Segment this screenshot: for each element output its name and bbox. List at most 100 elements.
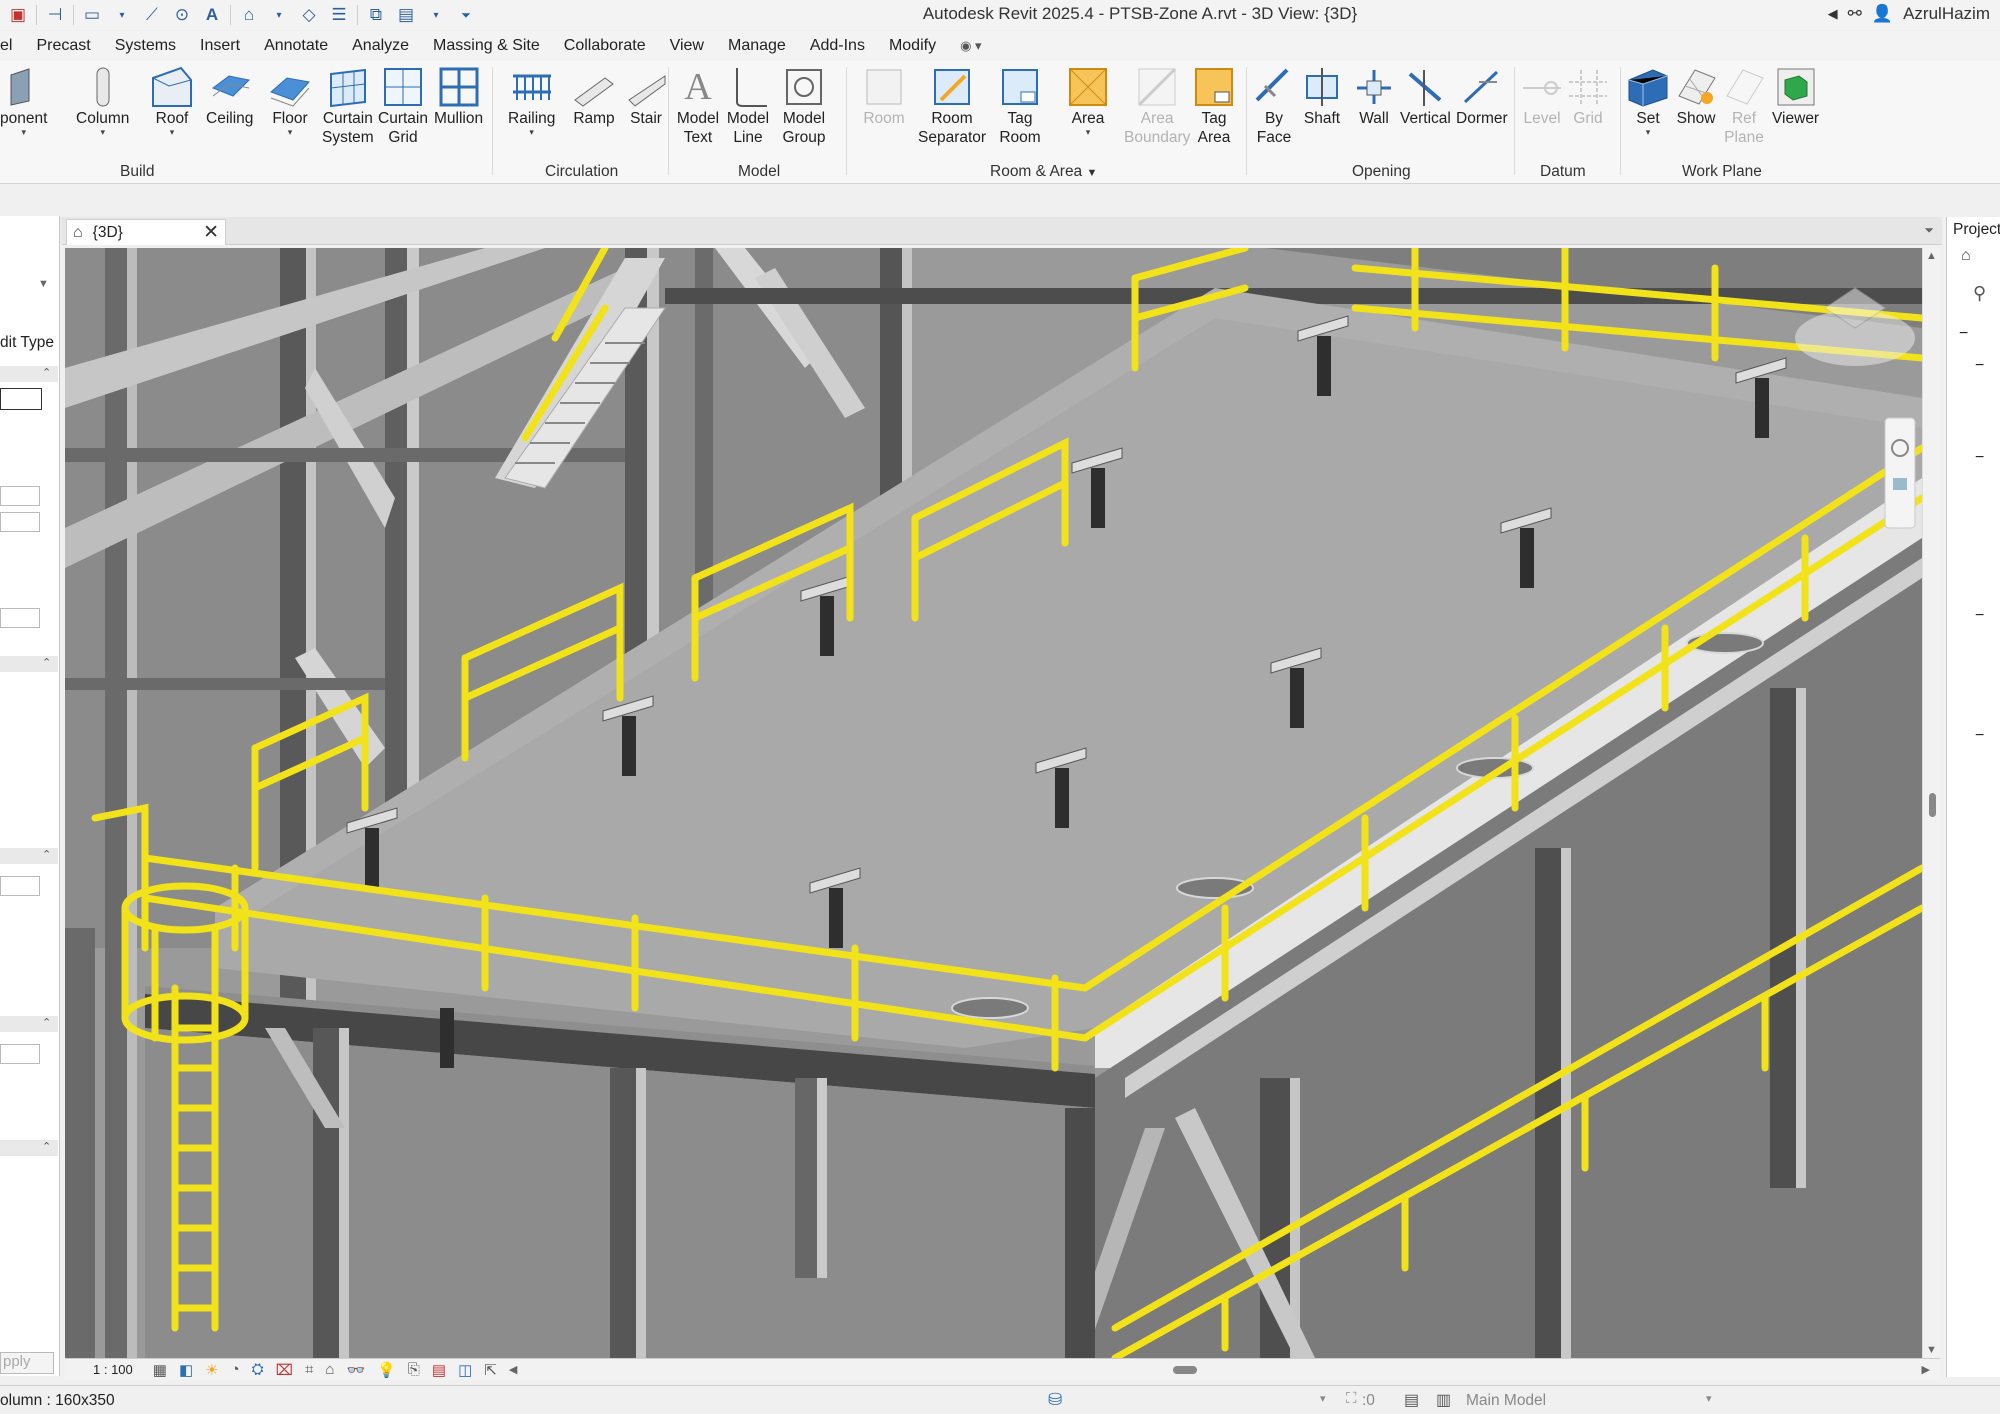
shaft-button[interactable]: Shaft	[1300, 65, 1344, 128]
room-button[interactable]: Room	[862, 65, 906, 128]
main-model-icon[interactable]: ▥	[1436, 1390, 1451, 1410]
model-text-button[interactable]: A Model Text	[676, 65, 720, 147]
model-group-button[interactable]: Model Group	[782, 65, 826, 147]
visual-style-icon[interactable]: ◧	[173, 1361, 199, 1379]
reveal-hidden-icon[interactable]: 💡	[371, 1361, 402, 1379]
tab-view[interactable]: View	[658, 31, 716, 61]
vertical-opening-button[interactable]: Vertical	[1400, 65, 1451, 128]
main-model-dropdown-icon[interactable]: ▾	[1706, 1392, 1712, 1405]
tab-systems[interactable]: Systems	[103, 31, 188, 61]
ribbon-display-toggle[interactable]: ◉ ▾	[948, 31, 993, 61]
3d-model-scene[interactable]	[65, 248, 1922, 1358]
worksets-icon[interactable]: ⛁	[1048, 1390, 1062, 1410]
collapse-node-icon[interactable]: −	[1975, 449, 1984, 467]
design-options-icon[interactable]: ▤	[1404, 1390, 1419, 1410]
ramp-button[interactable]: Ramp	[572, 65, 616, 128]
collapse-node-icon[interactable]: −	[1975, 357, 1984, 375]
collapse-icon[interactable]: ⌃	[42, 1016, 51, 1029]
area-button[interactable]: Area ▾	[1066, 65, 1110, 137]
tab-insert[interactable]: Insert	[188, 31, 252, 61]
panel-title-room-area[interactable]: Room & Area ▼	[990, 163, 1097, 181]
crop-view-icon[interactable]: ⌧	[270, 1361, 299, 1379]
apply-button[interactable]: pply	[0, 1352, 54, 1374]
property-field[interactable]	[0, 486, 40, 506]
curtain-system-button[interactable]: Curtain System	[322, 65, 374, 147]
floor-button[interactable]: Floor ▾	[268, 65, 312, 137]
railing-button[interactable]: Railing ▾	[508, 65, 555, 137]
3d-viewport[interactable]	[65, 248, 1922, 1358]
scroll-left-icon[interactable]: ◀	[503, 1363, 523, 1376]
area-boundary-button[interactable]: Area Boundary	[1124, 65, 1190, 147]
temporary-hide-icon[interactable]: 👓	[340, 1361, 371, 1379]
property-field[interactable]	[0, 1044, 40, 1064]
scroll-right-icon[interactable]: ▶	[1912, 1363, 1940, 1376]
user-name[interactable]: AzrulHazim	[1903, 4, 1990, 24]
collapse-icon[interactable]: ⌃	[42, 848, 51, 861]
tab-manage[interactable]: Manage	[716, 31, 798, 61]
column-button[interactable]: Column ▾	[76, 65, 129, 137]
dormer-button[interactable]: Dormer	[1456, 65, 1508, 128]
home-icon[interactable]: ⌂	[1961, 247, 1971, 265]
horizontal-scrollbar[interactable]	[523, 1361, 1911, 1379]
by-face-button[interactable]: By Face	[1252, 65, 1296, 147]
viewer-button[interactable]: Viewer	[1772, 65, 1819, 128]
temporary-view-properties-icon[interactable]: ⎘	[402, 1361, 426, 1378]
shadows-icon[interactable]: ◔	[225, 1361, 246, 1378]
component-button[interactable]: ponent ▾	[0, 65, 47, 137]
binoculars-icon[interactable]: ⚯	[1848, 4, 1862, 24]
show-work-plane-button[interactable]: Show	[1674, 65, 1718, 128]
show-crop-region-icon[interactable]: ⌗	[299, 1361, 319, 1378]
grid-button[interactable]: Grid	[1566, 65, 1610, 128]
analysis-display-icon[interactable]: ◫	[452, 1361, 478, 1379]
wall-opening-button[interactable]: Wall	[1352, 65, 1396, 128]
tab-menu-icon[interactable]: ⏷	[1924, 223, 1934, 238]
property-field[interactable]	[0, 876, 40, 896]
view-scale[interactable]: 1 : 100	[65, 1362, 147, 1377]
tab-modify[interactable]: Modify	[877, 31, 948, 61]
tab-annotate[interactable]: Annotate	[252, 31, 340, 61]
worksharing-display-icon[interactable]: ▤	[426, 1361, 452, 1379]
collapse-icon[interactable]: ⌃	[42, 656, 51, 669]
level-button[interactable]: Level	[1520, 65, 1564, 128]
curtain-grid-button[interactable]: Curtain Grid	[378, 65, 428, 147]
chevron-down-icon[interactable]: ▼	[38, 278, 49, 290]
close-tab-icon[interactable]: ✕	[203, 221, 219, 244]
tab-3d-view[interactable]: ⌂ {3D} ✕	[66, 219, 226, 245]
scroll-up-icon[interactable]: ▲	[1926, 250, 1937, 262]
mullion-button[interactable]: Mullion	[434, 65, 483, 128]
editable-only-icon[interactable]: ⛶	[1346, 1390, 1357, 1407]
scroll-down-icon[interactable]: ▼	[1926, 1344, 1937, 1356]
user-icon[interactable]: 👤	[1872, 4, 1893, 24]
scrollbar-thumb[interactable]	[1929, 793, 1936, 817]
edit-type-button[interactable]: dit Type	[0, 334, 54, 352]
tab-model[interactable]: el	[0, 31, 24, 61]
roof-button[interactable]: Roof ▾	[150, 65, 194, 137]
tab-precast[interactable]: Precast	[24, 31, 102, 61]
collapse-node-icon[interactable]: −	[1975, 607, 1984, 625]
tab-analyze[interactable]: Analyze	[340, 31, 421, 61]
room-separator-button[interactable]: Room Separator	[918, 65, 986, 147]
horizontal-scrollbar-thumb[interactable]	[1173, 1365, 1198, 1374]
tag-room-button[interactable]: Tag Room	[998, 65, 1042, 147]
tab-collaborate[interactable]: Collaborate	[552, 31, 658, 61]
collapse-icon[interactable]: ⌃	[42, 1140, 51, 1153]
stair-button[interactable]: Stair	[624, 65, 668, 128]
set-work-plane-button[interactable]: Set ▾	[1626, 65, 1670, 137]
unlocked-3d-view-icon[interactable]: ⌂	[319, 1361, 340, 1378]
ceiling-button[interactable]: Ceiling	[206, 65, 253, 128]
render-icon[interactable]: ⛭	[246, 1361, 270, 1378]
detail-level-icon[interactable]: ▦	[147, 1361, 173, 1379]
sun-path-icon[interactable]: ☀	[199, 1361, 224, 1379]
model-line-button[interactable]: Model Line	[726, 65, 770, 147]
highlight-displacement-icon[interactable]: ⇱	[478, 1361, 503, 1379]
property-field[interactable]	[0, 608, 40, 628]
main-model-label[interactable]: Main Model	[1466, 1392, 1546, 1410]
search-icon[interactable]: ⚲	[1973, 283, 1986, 304]
design-options-dropdown-icon[interactable]: ▾	[1320, 1392, 1326, 1405]
collapse-node-icon[interactable]: −	[1959, 325, 1968, 343]
tag-area-button[interactable]: Tag Area	[1192, 65, 1236, 147]
collapse-icon[interactable]: ⌃	[42, 366, 51, 379]
collapse-node-icon[interactable]: −	[1975, 727, 1984, 745]
property-field[interactable]	[0, 388, 42, 410]
tab-massing-site[interactable]: Massing & Site	[421, 31, 552, 61]
